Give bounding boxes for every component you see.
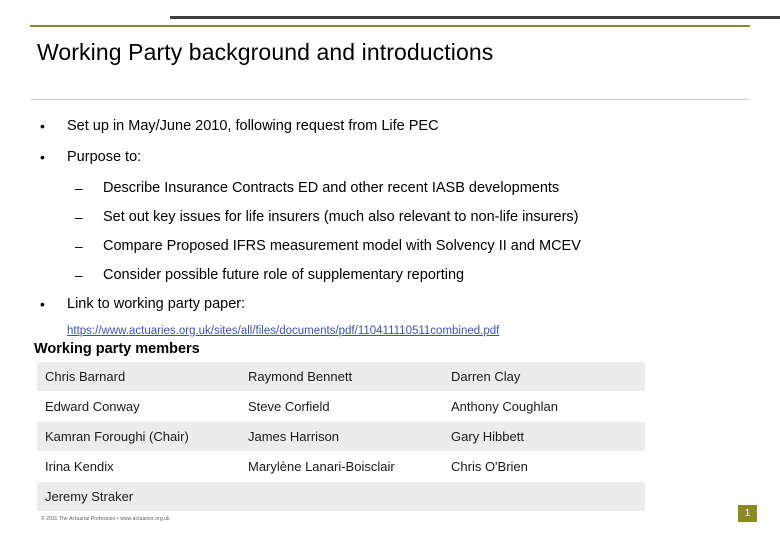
top-rule-dark <box>170 16 780 19</box>
sub-bullet-marker: – <box>75 267 83 283</box>
bullet-marker: • <box>40 149 45 165</box>
table-cell: Chris Barnard <box>37 362 240 392</box>
table-cell: Gary Hibbett <box>443 421 645 452</box>
table-cell: James Harrison <box>240 421 443 452</box>
table-row: Jeremy Straker <box>37 481 645 512</box>
bullet-item: • Purpose to: <box>31 149 751 166</box>
table-cell: Raymond Bennett <box>240 362 443 392</box>
title-divider <box>31 99 749 100</box>
link-line: https://www.actuaries.org.uk/sites/all/f… <box>31 321 751 339</box>
page-number-badge: 1 <box>738 505 757 522</box>
sub-bullet-marker: – <box>75 180 83 196</box>
sub-bullet-item: – Describe Insurance Contracts ED and ot… <box>31 180 751 197</box>
table-cell <box>240 481 443 512</box>
sub-bullet-item: – Consider possible future role of suppl… <box>31 267 751 284</box>
table-cell: Darren Clay <box>443 362 645 392</box>
slide-body: • Set up in May/June 2010, following req… <box>31 118 751 349</box>
slide: Working Party background and introductio… <box>0 0 780 540</box>
members-heading: Working party members <box>34 341 200 357</box>
sub-bullet-text: Describe Insurance Contracts ED and othe… <box>103 180 560 196</box>
sub-bullet-item: – Set out key issues for life insurers (… <box>31 209 751 226</box>
sub-bullet-marker: – <box>75 209 83 225</box>
members-table: Chris Barnard Raymond Bennett Darren Cla… <box>37 362 645 512</box>
sub-bullet-text: Consider possible future role of supplem… <box>103 267 465 283</box>
working-party-paper-link[interactable]: https://www.actuaries.org.uk/sites/all/f… <box>67 325 499 337</box>
table-cell <box>443 481 645 512</box>
table-row: Kamran Foroughi (Chair) James Harrison G… <box>37 421 645 452</box>
bullet-text: Link to working party paper: <box>67 296 246 312</box>
table-cell: Steve Corfield <box>240 391 443 422</box>
sub-bullet-item: – Compare Proposed IFRS measurement mode… <box>31 238 751 255</box>
table-cell: Marylène Lanari-Boisclair <box>240 451 443 482</box>
sub-bullet-text: Compare Proposed IFRS measurement model … <box>103 238 581 254</box>
copyright-footer: © 2011 The Actuarial Profession • www.ac… <box>41 516 170 522</box>
sub-bullet-text: Set out key issues for life insurers (mu… <box>103 209 579 225</box>
page-title: Working Party background and introductio… <box>37 39 494 65</box>
bullet-item: • Set up in May/June 2010, following req… <box>31 118 751 135</box>
table-cell: Kamran Foroughi (Chair) <box>37 421 240 452</box>
bullet-item-link: • Link to working party paper: <box>31 296 751 313</box>
table-cell: Jeremy Straker <box>37 481 240 512</box>
table-cell: Irina Kendix <box>37 451 240 482</box>
bullet-marker: • <box>40 296 45 312</box>
table-cell: Edward Conway <box>37 391 240 422</box>
bullet-text: Purpose to: <box>67 149 142 165</box>
sub-bullet-marker: – <box>75 238 83 254</box>
top-rule-olive <box>30 25 750 27</box>
table-row: Irina Kendix Marylène Lanari-Boisclair C… <box>37 451 645 482</box>
bullet-text: Set up in May/June 2010, following reque… <box>67 118 439 134</box>
table-cell: Anthony Coughlan <box>443 391 645 422</box>
table-row: Chris Barnard Raymond Bennett Darren Cla… <box>37 362 645 392</box>
table-row: Edward Conway Steve Corfield Anthony Cou… <box>37 391 645 422</box>
bullet-marker: • <box>40 118 45 134</box>
table-cell: Chris O'Brien <box>443 451 645 482</box>
